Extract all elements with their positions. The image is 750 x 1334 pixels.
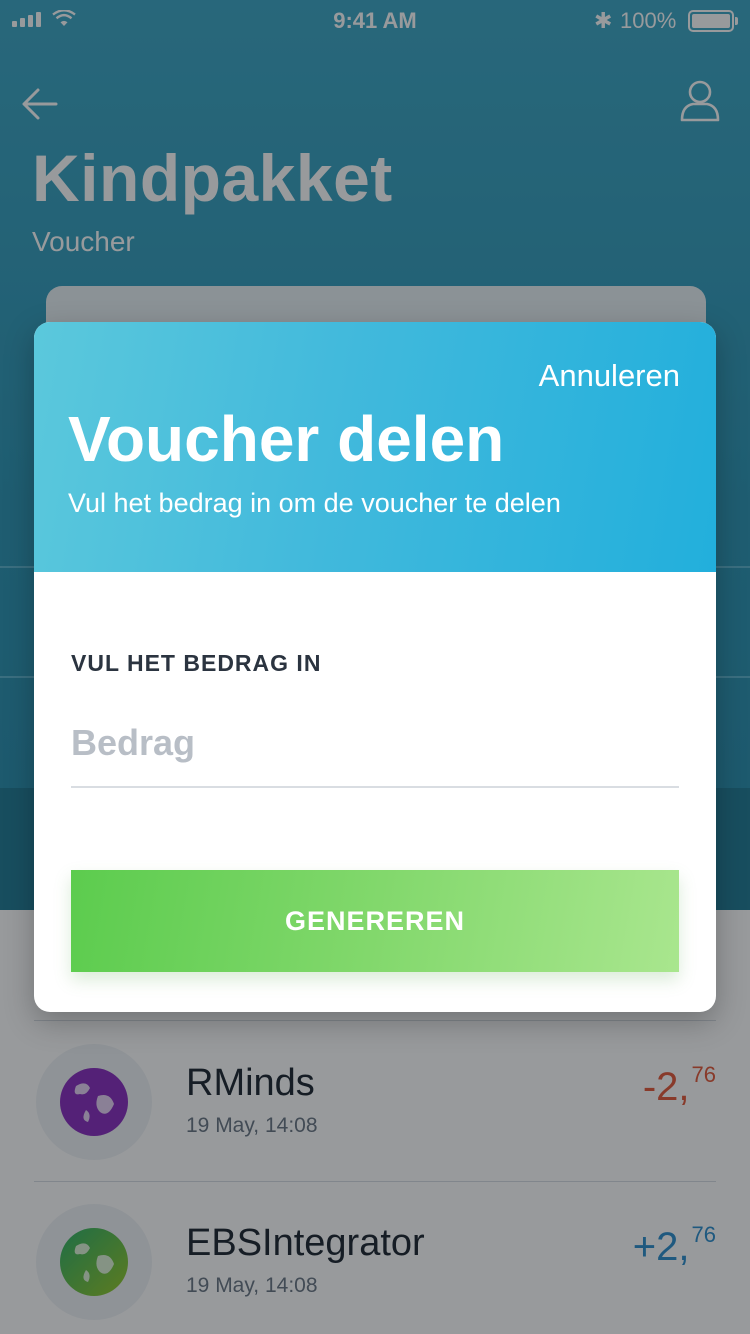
generate-button[interactable]: GENEREREN — [71, 870, 679, 972]
share-voucher-modal: Annuleren Voucher delen Vul het bedrag i… — [34, 322, 716, 1012]
amount-field-label: VUL HET BEDRAG IN — [71, 650, 322, 676]
modal-subtitle: Vul het bedrag in om de voucher te delen — [68, 488, 561, 518]
modal-header: Annuleren Voucher delen Vul het bedrag i… — [34, 322, 716, 572]
cancel-button[interactable]: Annuleren — [539, 358, 680, 394]
amount-input[interactable] — [71, 700, 679, 788]
modal-title: Voucher delen — [68, 403, 505, 475]
